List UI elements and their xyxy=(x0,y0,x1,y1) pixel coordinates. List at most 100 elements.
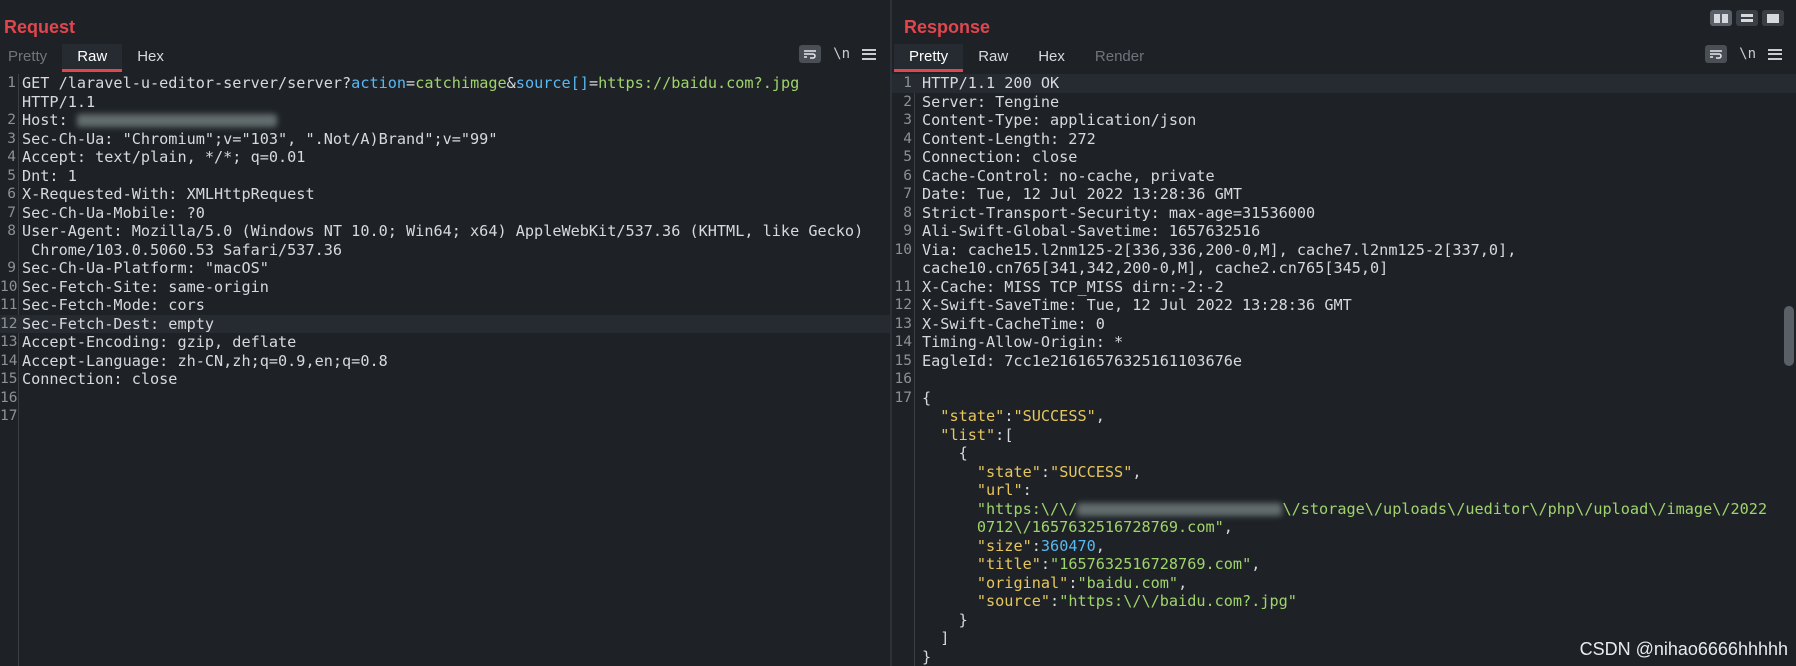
code-token: User-Agent: Mozilla/5.0 (Windows NT 10.0… xyxy=(22,222,864,240)
response-editor[interactable]: 1 HTTP/1.1 200 OK 2 Server: Tengine 3 Content… xyxy=(892,74,1796,666)
code-text: } xyxy=(922,648,931,666)
code-token: "original" xyxy=(976,573,1069,592)
code-text: Accept: text/plain, */*; q=0.01 xyxy=(22,148,305,167)
code-line: 6 X-Requested-With: XMLHttpRequest xyxy=(0,185,890,204)
code-text: User-Agent: Mozilla/5.0 (Windows NT 10.0… xyxy=(22,222,863,241)
line-number: 6 xyxy=(7,186,16,202)
code-token: Sec-Ch-Ua-Mobile: ?0 xyxy=(22,203,205,222)
code-text: X-Requested-With: XMLHttpRequest xyxy=(22,185,315,204)
code-token: "state" xyxy=(976,462,1041,481)
code-token: } xyxy=(922,610,968,629)
code-text: Connection: close xyxy=(922,148,1077,167)
response-toolbar: \n xyxy=(1705,45,1782,63)
code-line: 6 Cache-Control: no-cache, private xyxy=(892,167,1796,186)
line-number: 1 xyxy=(7,75,16,91)
line-number: 17 xyxy=(0,408,18,424)
code-token: catchimage xyxy=(415,74,507,92)
code-line: 7 Date: Tue, 12 Jul 2022 13:28:36 GMT xyxy=(892,185,1796,204)
code-line: "list":[ xyxy=(892,426,1796,445)
code-line: "original":"baidu.com", xyxy=(892,574,1796,593)
code-token: "state" xyxy=(940,407,1005,425)
code-line: 14 Accept-Language: zh-CN,zh;q=0.9,en;q=0… xyxy=(0,352,890,371)
code-line: cache10.cn765[341,342,200-0,M], cache2.c… xyxy=(892,259,1796,278)
wrap-lines-icon[interactable] xyxy=(799,45,822,63)
line-number: 3 xyxy=(903,112,912,128)
code-line: 9 Sec-Ch-Ua-Platform: "macOS" xyxy=(0,259,890,278)
line-number: 1 xyxy=(903,75,912,91)
code-line: "source":"https:\/\/baidu.com?.jpg" xyxy=(892,592,1796,611)
code-token: HTTP/1.1 200 OK xyxy=(922,74,1060,92)
code-token: , xyxy=(1223,518,1233,536)
scrollbar-thumb[interactable] xyxy=(1784,306,1794,366)
code-text: "title":"1657632516728769.com", xyxy=(922,555,1261,574)
request-tab-raw[interactable]: Raw xyxy=(62,44,123,72)
line-number: 10 xyxy=(0,278,18,295)
request-editor[interactable]: 1 GET /laravel-u-editor-server/server?act… xyxy=(0,74,890,666)
code-text: Sec-Fetch-Dest: empty xyxy=(22,315,214,334)
code-token: :[ xyxy=(995,425,1014,444)
line-number: 8 xyxy=(903,204,912,221)
code-token: , xyxy=(1095,536,1105,555)
code-line: "size":360470, xyxy=(892,537,1796,556)
code-line: 4 Accept: text/plain, */*; q=0.01 xyxy=(0,148,890,167)
response-title: Response xyxy=(904,17,991,37)
code-text: Sec-Fetch-Site: same-origin xyxy=(22,278,269,297)
line-number: 11 xyxy=(0,297,18,313)
line-number: 17 xyxy=(894,389,912,406)
code-text: X-Swift-SaveTime: Tue, 12 Jul 2022 13:28… xyxy=(922,296,1352,315)
response-tab-pretty[interactable]: Pretty xyxy=(894,44,964,72)
code-text: Sec-Fetch-Mode: cors xyxy=(22,296,205,315)
code-line: 11 Sec-Fetch-Mode: cors xyxy=(0,296,890,315)
code-token: { xyxy=(922,444,968,462)
code-text: "source":"https:\/\/baidu.com?.jpg" xyxy=(922,592,1297,611)
menu-icon[interactable] xyxy=(862,48,876,60)
code-line: "title":"1657632516728769.com", xyxy=(892,555,1796,574)
show-newlines-button[interactable]: \n xyxy=(833,46,850,62)
response-tab-hex[interactable]: Hex xyxy=(1023,44,1080,72)
code-token: source[] xyxy=(515,74,589,92)
code-text: HTTP/1.1 200 OK xyxy=(922,74,1059,93)
code-token: Accept: text/plain, */*; q=0.01 xyxy=(22,148,306,166)
code-line: 17 { xyxy=(892,389,1796,408)
wrap-lines-icon[interactable] xyxy=(1705,45,1728,63)
line-number: 11 xyxy=(894,278,912,295)
menu-icon[interactable] xyxy=(1768,48,1782,60)
layout-side-by-side-icon[interactable] xyxy=(1710,10,1732,26)
code-token: X-Swift-SaveTime: Tue, 12 Jul 2022 13:28… xyxy=(922,296,1352,314)
line-number: 13 xyxy=(894,315,912,332)
code-text: Content-Length: 272 xyxy=(922,130,1096,149)
code-text: HTTP/1.1 xyxy=(22,93,95,112)
line-number: 7 xyxy=(903,186,912,202)
layout-stacked-icon[interactable] xyxy=(1736,10,1758,26)
code-line: "state":"SUCCESS", xyxy=(892,407,1796,426)
show-newlines-button[interactable]: \n xyxy=(1739,46,1756,62)
line-number: 14 xyxy=(894,334,912,350)
code-line: 14 Timing-Allow-Origin: * xyxy=(892,333,1796,352)
code-text: Server: Tengine xyxy=(922,93,1059,112)
code-token: Accept-Encoding: gzip, deflate xyxy=(22,333,297,351)
code-text: Strict-Transport-Security: max-age=31536… xyxy=(922,204,1315,223)
code-line: 3 Sec-Ch-Ua: "Chromium";v="103", ".Not/A)… xyxy=(0,130,890,149)
code-text: Accept-Language: zh-CN,zh;q=0.9,en;q=0.8 xyxy=(22,352,388,371)
code-token: "url" xyxy=(976,481,1023,499)
code-line: "https:\/\/ \/storage\/uploads\/ueditor\/… xyxy=(892,500,1796,519)
request-tab-hex[interactable]: Hex xyxy=(122,44,179,72)
code-line: } xyxy=(892,611,1796,630)
code-text: Sec-Ch-Ua-Platform: "macOS" xyxy=(22,259,269,278)
response-tab-raw[interactable]: Raw xyxy=(963,44,1023,72)
code-text: "state":"SUCCESS", xyxy=(922,463,1142,482)
code-token: = xyxy=(406,74,416,92)
code-line: 2 Host: xyxy=(0,111,890,130)
code-token: ] xyxy=(922,629,950,647)
code-token: Chrome/103.0.5060.53 Safari/537.36 xyxy=(22,240,343,259)
code-line: 10 Via: cache15.l2nm125-2[336,336,200-0,M… xyxy=(892,241,1796,260)
response-tabs: Pretty Raw Hex Render xyxy=(894,44,1159,72)
response-pane: Response Pretty Raw Hex Render \n 1 HTTP/1.1… xyxy=(892,0,1796,666)
code-text: "state":"SUCCESS", xyxy=(922,407,1105,426)
code-line: 0712\/1657632516728769.com", xyxy=(892,518,1796,537)
layout-tabs-icon[interactable] xyxy=(1762,10,1784,26)
code-line: 13 X-Swift-CacheTime: 0 xyxy=(892,315,1796,334)
code-token: : xyxy=(1040,462,1051,481)
